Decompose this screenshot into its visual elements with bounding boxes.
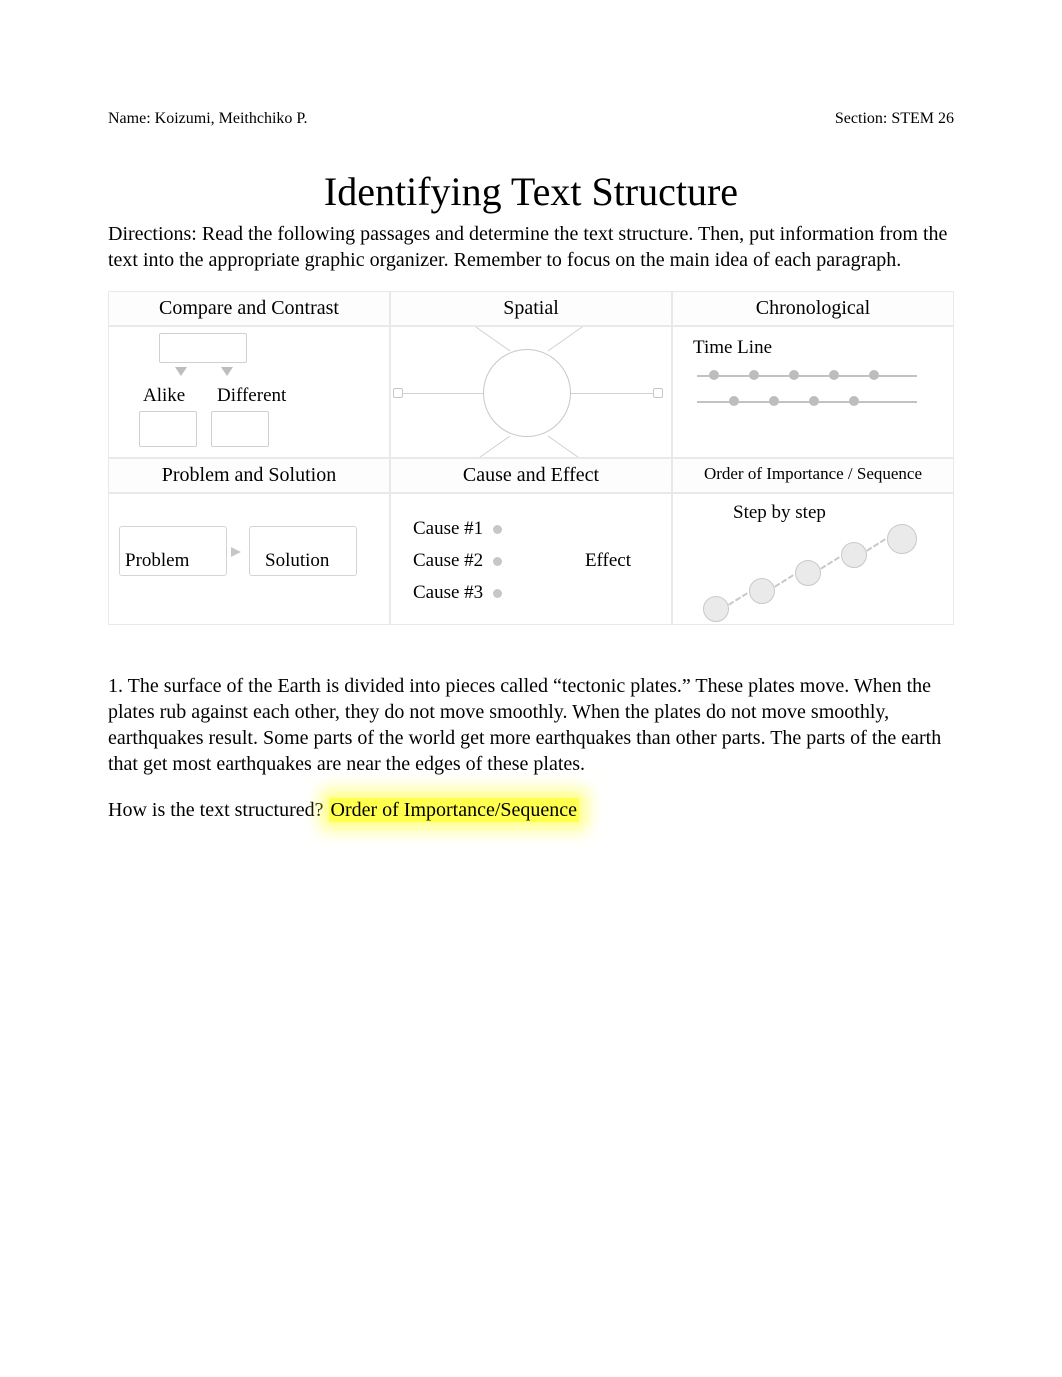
seq-step-icon [887,524,917,554]
spatial-node [653,388,663,398]
name-label: Name: [108,110,151,127]
name-value: Koizumi, Meithchiko P. [155,110,308,127]
cause-1-row: Cause #1 [413,518,502,540]
cc-left-box [139,411,197,447]
chronological-header: Chronological [672,291,954,326]
seq-step-icon [749,578,775,604]
spatial-line-tr [548,326,593,351]
question-1-row: How is the text structured? Order of Imp… [108,799,954,822]
cause-effect-header: Cause and Effect [390,458,672,493]
question-1-answer: Order of Importance/Sequence [329,798,580,822]
cause-dot-icon [493,525,502,534]
directions-text: Directions: Read the following passages … [108,221,954,273]
problem-label: Problem [125,550,189,572]
student-section: Section: STEM 26 [835,110,954,128]
seq-link-icon [820,556,840,569]
cause-2-label: Cause #2 [413,550,483,572]
section-value: STEM 26 [891,110,954,127]
compare-contrast-cell: Alike Different [108,326,390,458]
page-title: Identifying Text Structure [108,168,954,215]
cc-right-arrow-icon [221,367,233,376]
spatial-header: Spatial [390,291,672,326]
spatial-line-tl [466,326,511,351]
problem-solution-cell: Problem Solution [108,493,390,625]
timeline-caption: Time Line [693,337,772,359]
effect-label: Effect [585,550,631,572]
passage-1-text: 1. The surface of the Earth is divided i… [108,673,954,777]
spatial-node [393,388,403,398]
sequence-header: Order of Importance / Sequence [672,458,954,493]
student-name: Name: Koizumi, Meithchiko P. [108,110,308,128]
cc-different-label: Different [217,385,286,407]
cc-top-box [159,333,247,363]
spatial-line-br [548,436,593,458]
cause-dot-icon [493,557,502,566]
header-row: Name: Koizumi, Meithchiko P. Section: ST… [108,110,954,128]
seq-step-icon [703,596,729,622]
question-1-prompt: How is the text structured? [108,799,329,821]
organizers-grid: Compare and Contrast Spatial Chronologic… [108,291,954,625]
compare-contrast-header: Compare and Contrast [108,291,390,326]
section-label: Section: [835,110,887,127]
ps-arrow-icon [231,547,241,557]
seq-link-icon [728,592,748,605]
solution-label: Solution [265,550,329,572]
cause-1-label: Cause #1 [413,518,483,540]
seq-link-icon [774,574,794,587]
spatial-line-bl [466,436,511,458]
sequence-cell: Step by step [672,493,954,625]
sequence-caption: Step by step [733,502,826,524]
cc-left-arrow-icon [175,367,187,376]
spatial-line-right [571,393,657,394]
seq-link-icon [866,538,886,551]
chronological-cell: Time Line [672,326,954,458]
spatial-line-left [397,393,483,394]
cause-dot-icon [493,589,502,598]
cc-right-box [211,411,269,447]
cause-3-row: Cause #3 [413,582,502,604]
cause-effect-cell: Cause #1 Cause #2 Cause #3 Effect [390,493,672,625]
seq-step-icon [841,542,867,568]
spatial-cell [390,326,672,458]
cause-3-label: Cause #3 [413,582,483,604]
cause-2-row: Cause #2 [413,550,502,572]
problem-solution-header: Problem and Solution [108,458,390,493]
cc-alike-label: Alike [143,385,185,407]
spatial-circle-icon [483,349,571,437]
seq-step-icon [795,560,821,586]
